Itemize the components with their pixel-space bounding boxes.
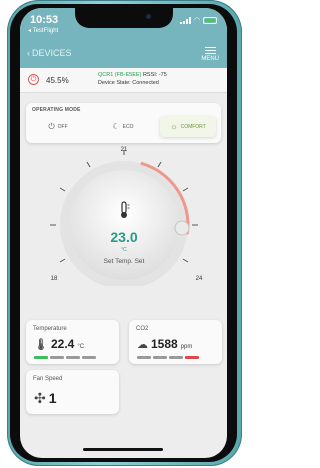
co2-unit: ppm (180, 344, 193, 350)
fan-speed-card[interactable]: Fan Speed ✣ 1 (26, 370, 119, 414)
back-label: DEVICES (32, 48, 72, 58)
home-indicator[interactable] (83, 448, 163, 451)
setpoint-label: Set Temp. Set (104, 258, 145, 265)
fan-speed-reading: ✣ 1 (34, 390, 57, 407)
back-button[interactable]: ‹ DEVICES (27, 48, 72, 58)
fan-speed-value: 1 (48, 390, 57, 406)
mode-comfort-button[interactable]: ☼ COMFORT (160, 116, 216, 137)
temperature-level-bar (34, 356, 96, 359)
co2-level-bar (137, 356, 199, 359)
temperature-unit: °C (77, 344, 85, 350)
wifi-icon: ◠ (193, 17, 200, 24)
moon-icon: ☾ (112, 122, 120, 131)
mode-off-button[interactable]: ⏻ OFF (30, 116, 86, 137)
signal-icon (179, 16, 191, 24)
mode-label: ECO (122, 123, 134, 130)
setpoint-unit: °C (121, 247, 127, 253)
co2-reading: ☁ 1588 ppm (137, 337, 192, 351)
battery-percent: 45.5% (46, 76, 69, 85)
sun-icon: ☼ (170, 122, 178, 131)
battery-icon (203, 16, 217, 24)
status-time: 10:53 (30, 14, 59, 26)
co2-value: 1588 (151, 337, 178, 351)
device-state: Device State: Connected (98, 80, 159, 86)
dial-handle[interactable] (174, 220, 190, 236)
co2-title: CO2 (136, 326, 149, 332)
fan-speed-title: Fan Speed (33, 376, 63, 382)
setpoint-value: 23.0 (110, 229, 137, 245)
mode-label: COMFORT (180, 123, 206, 130)
dial-max-label: 24 (196, 276, 203, 282)
mode-label: OFF (57, 123, 68, 130)
testflight-back-link[interactable]: ◂ TestFlight (28, 27, 58, 34)
hamburger-icon (201, 47, 219, 54)
notch (75, 8, 173, 28)
thermometer-icon: 🌡︎ (34, 339, 48, 351)
fan-icon: ✣ (34, 390, 46, 406)
operating-mode-title: OPERATING MODE (32, 107, 81, 113)
cloud-icon: ☁ (137, 339, 148, 351)
thermostat-dial[interactable]: 23.0 °C Set Temp. Set 21 18 24 (42, 146, 207, 286)
device-name: QCR1 (FB-E5EE) (98, 72, 142, 78)
app-screen: 10:53 ◂ TestFlight ◠ ‹ DEVICES MENU ⏻ 45… (20, 8, 227, 458)
power-icon[interactable]: ⏻ (28, 74, 39, 85)
camera (146, 14, 151, 19)
operating-mode-card: OPERATING MODE ⏻ OFF ☾ ECO ☼ COMFORT (26, 103, 221, 143)
device-rssi: RSSI: -75 (142, 72, 167, 78)
status-icons: ◠ (179, 16, 217, 24)
power-icon: ⏻ (48, 121, 55, 131)
temperature-reading: 🌡︎ 22.4 °C (34, 337, 84, 351)
device-info: QCR1 (FB-E5EE) RSSI: -75 Device State: C… (98, 71, 167, 87)
temperature-card[interactable]: Temperature 🌡︎ 22.4 °C (26, 320, 119, 364)
co2-card[interactable]: CO2 ☁ 1588 ppm (129, 320, 222, 364)
mode-eco-button[interactable]: ☾ ECO (95, 116, 151, 137)
dial-min-label: 18 (51, 276, 58, 282)
menu-label: MENU (201, 56, 219, 62)
temperature-value: 22.4 (50, 337, 75, 351)
chevron-left-icon: ‹ (27, 48, 30, 58)
menu-button[interactable]: MENU (201, 45, 219, 62)
dial-mid-label: 21 (121, 147, 128, 153)
device-bar: ⏻ 45.5% QCR1 (FB-E5EE) RSSI: -75 Device … (20, 68, 227, 93)
temperature-title: Temperature (33, 326, 67, 332)
